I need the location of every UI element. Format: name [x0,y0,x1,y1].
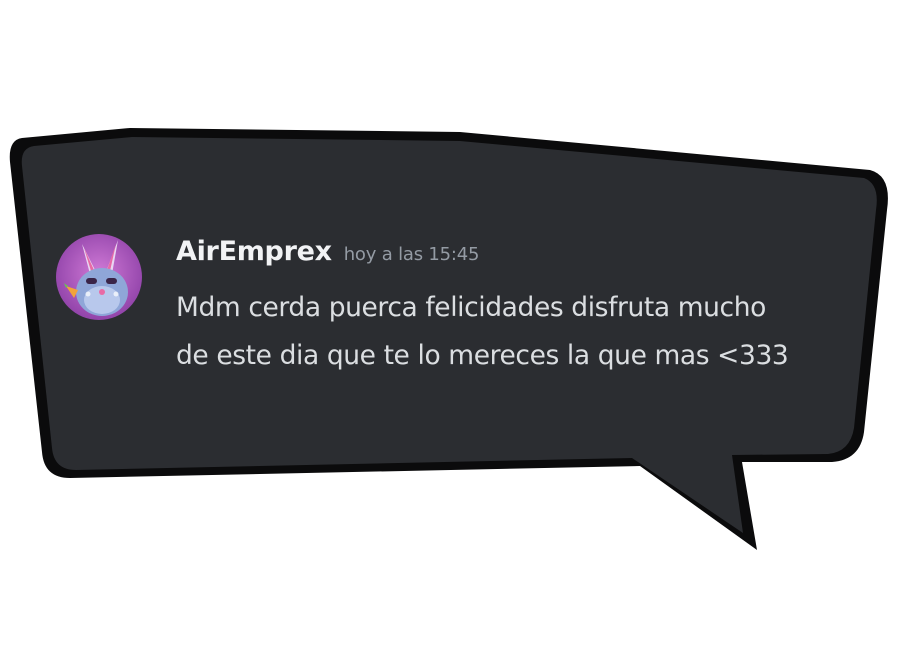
message-content: Mdm cerda puerca felicidades disfruta mu… [176,284,856,380]
bunny-avatar-icon [56,234,142,320]
timestamp[interactable]: hoy a las 15:45 [344,244,480,265]
user-avatar[interactable] [56,234,142,320]
username[interactable]: AirEmprex [176,236,332,267]
message-line-2: de este dia que te lo mereces la que mas… [176,340,789,371]
message-line-1: Mdm cerda puerca felicidades disfruta mu… [176,292,766,323]
message-header: AirEmprex hoy a las 15:45 [176,236,479,267]
chat-message: AirEmprex hoy a las 15:45 Mdm cerda puerc… [56,232,856,372]
